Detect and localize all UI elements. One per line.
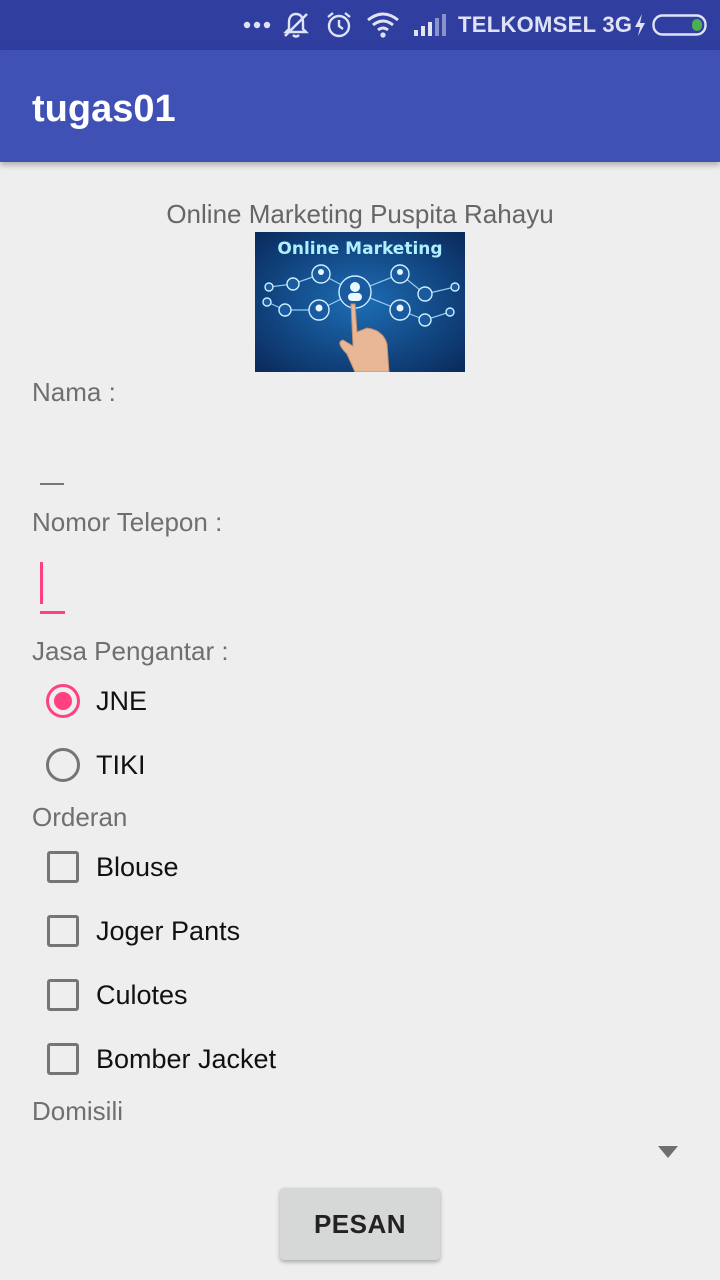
radio-label-tiki: TIKI: [96, 749, 146, 780]
nama-input-underline: [40, 483, 64, 485]
more-dots-icon: [243, 0, 271, 50]
checkbox-unchecked-icon[interactable]: [47, 1043, 79, 1075]
text-cursor: [40, 562, 43, 604]
jasa-pengantar-label: Jasa Pengantar :: [32, 636, 229, 666]
radio-checked-icon: [46, 684, 80, 718]
radio-label-jne: JNE: [96, 685, 148, 716]
telepon-label: Nomor Telepon :: [32, 507, 223, 537]
telepon-input-underline: [40, 611, 65, 614]
alarm-icon: [324, 0, 354, 50]
cell-signal-icon: [412, 0, 446, 50]
page-title: Online Marketing Puspita Rahayu: [166, 199, 554, 229]
app-bar: tugas01: [0, 50, 720, 162]
dropdown-arrow-icon[interactable]: [658, 1146, 678, 1158]
online-marketing-banner-image: Online Marketing: [255, 232, 465, 372]
radio-unchecked-icon: [46, 748, 80, 782]
battery-icon: [652, 0, 710, 50]
radio-jne[interactable]: JNE: [36, 674, 147, 728]
checkbox-unchecked-icon[interactable]: [47, 851, 79, 883]
carrier-label: TELKOMSEL 3G: [458, 12, 633, 37]
radio-button-tiki[interactable]: [36, 738, 90, 792]
wifi-icon: [366, 0, 400, 50]
telepon-input[interactable]: [32, 560, 688, 614]
app-title: tugas01: [32, 88, 176, 130]
domisili-label: Domisili: [32, 1096, 123, 1126]
svg-text:Online Marketing: Online Marketing: [277, 239, 442, 259]
checkbox-culotes[interactable]: Culotes: [36, 968, 188, 1022]
nama-label: Nama :: [32, 377, 116, 407]
checkbox-label-culotes: Culotes: [96, 979, 188, 1010]
checkbox-joger-pants[interactable]: Joger Pants: [36, 904, 240, 958]
checkbox-label-blouse: Blouse: [96, 851, 179, 882]
nama-input[interactable]: [32, 434, 688, 486]
radio-button-jne[interactable]: [36, 674, 90, 728]
pesan-button[interactable]: PESAN: [280, 1188, 440, 1260]
checkbox-label-bomber-jacket: Bomber Jacket: [96, 1043, 277, 1074]
domisili-spinner[interactable]: [32, 1130, 688, 1174]
radio-tiki[interactable]: TIKI: [36, 738, 146, 792]
checkbox-label-joger-pants: Joger Pants: [96, 915, 241, 946]
checkbox-unchecked-icon[interactable]: [47, 915, 79, 947]
checkbox-bomber-jacket[interactable]: Bomber Jacket: [36, 1032, 276, 1086]
status-bar: TELKOMSEL 3G: [0, 0, 720, 50]
charging-bolt-icon: [633, 0, 647, 50]
orderan-label: Orderan: [32, 802, 128, 832]
checkbox-blouse[interactable]: Blouse: [36, 840, 179, 894]
checkbox-unchecked-icon[interactable]: [47, 979, 79, 1011]
notifications-muted-icon: [281, 0, 311, 50]
